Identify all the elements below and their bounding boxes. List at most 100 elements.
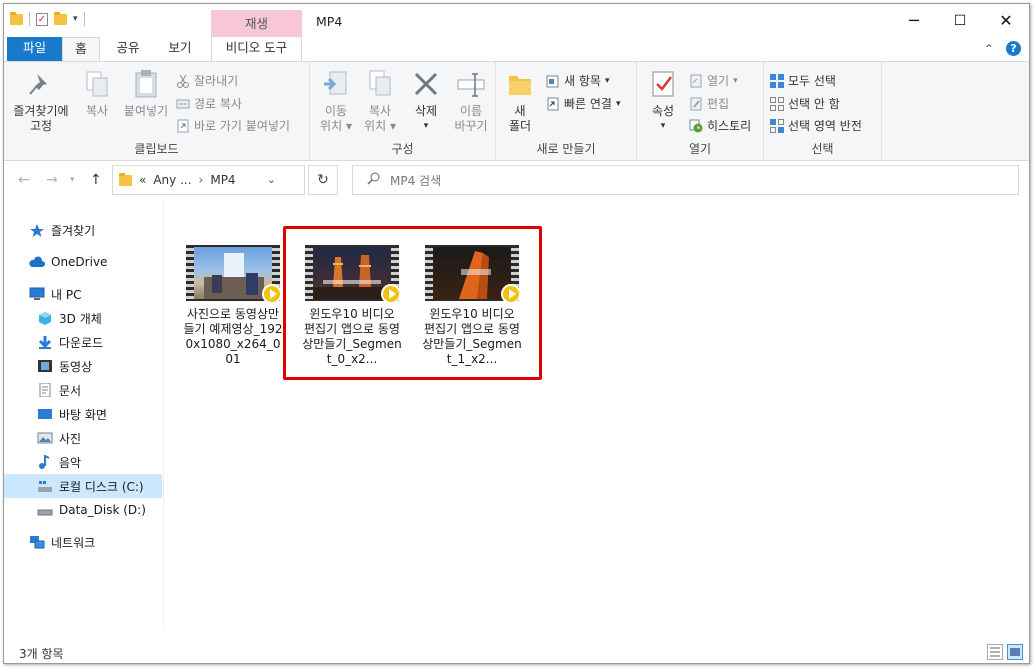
details-view-icon[interactable] — [987, 644, 1003, 660]
recent-locations-icon[interactable]: ▾ — [70, 175, 75, 185]
delete-button[interactable]: 삭제 ▾ — [406, 68, 446, 134]
tab-video-tools[interactable]: 비디오 도구 — [211, 37, 302, 61]
cut-label: 잘라내기 — [194, 74, 239, 88]
select-none-button[interactable]: 선택 안 함 — [770, 95, 840, 112]
nav-item-local-disk-c[interactable]: 로컬 디스크 (C:) — [4, 474, 162, 498]
breadcrumb-separator[interactable]: › — [199, 173, 204, 187]
open-button[interactable]: 열기 ▾ — [689, 72, 738, 89]
nav-item-music[interactable]: 음악 — [4, 450, 162, 474]
properties-label: 속성 — [651, 104, 675, 118]
open-label: 열기 — [707, 74, 730, 88]
copy-to-label-1: 복사 — [368, 104, 392, 118]
toolbar-divider — [83, 12, 85, 26]
refresh-button[interactable]: ↻ — [308, 165, 338, 195]
paste-button[interactable]: 붙여넣기 — [120, 68, 172, 119]
minimize-button[interactable]: ─ — [891, 4, 937, 37]
up-arrow-icon[interactable]: ↑ — [90, 172, 102, 188]
contextual-tab-play[interactable]: 재생 — [211, 10, 302, 37]
nav-item-3d-objects[interactable]: 3D 개체 — [4, 306, 162, 330]
rename-label-1: 이름 — [459, 104, 483, 118]
search-input[interactable]: MP4 검색 — [352, 165, 1019, 195]
window-title: MP4 — [316, 14, 343, 29]
chevron-down-icon: ▾ — [604, 75, 610, 86]
tab-share[interactable]: 공유 — [108, 37, 148, 61]
copy-to-button[interactable]: 복사 위치 ▾ — [360, 68, 400, 134]
file-name: 사진으로 동영상만들기 예제영상_1920x1080_x264_001 — [183, 307, 283, 366]
nav-item-desktop[interactable]: 바탕 화면 — [4, 402, 162, 426]
close-button[interactable]: ✕ — [983, 4, 1029, 37]
folder-icon — [119, 172, 132, 186]
search-icon — [367, 172, 380, 188]
move-to-button[interactable]: 이동 위치 ▾ — [316, 68, 356, 134]
new-group-label: 새로 만들기 — [536, 142, 596, 156]
group-organize: 이동 위치 ▾ 복사 위치 ▾ 삭제 ▾ 이름 바꾸기 구성 — [310, 62, 496, 160]
edit-icon — [689, 97, 703, 111]
paste-label: 붙여넣기 — [123, 104, 169, 118]
highlight-box — [283, 226, 542, 380]
tab-file[interactable]: 파일 — [7, 37, 62, 61]
cut-button[interactable]: 잘라내기 — [176, 72, 238, 89]
chevron-down-icon: ▾ — [615, 98, 621, 109]
new-item-button[interactable]: 새 항목 ▾ — [546, 72, 609, 89]
select-all-button[interactable]: 모두 선택 — [770, 72, 836, 89]
nav-item-onedrive[interactable]: OneDrive — [4, 250, 162, 274]
nav-item-data-disk-d[interactable]: Data_Disk (D:) — [4, 498, 162, 522]
new-folder-button[interactable]: 새 폴더 — [502, 68, 538, 134]
large-icons-view-icon[interactable] — [1007, 644, 1023, 660]
move-to-label-1: 이동 — [324, 104, 348, 118]
pane-divider[interactable] — [163, 200, 164, 630]
nav-label: 다운로드 — [59, 335, 104, 350]
collapse-ribbon-icon[interactable]: ⌃ — [984, 42, 994, 56]
nav-item-downloads[interactable]: 다운로드 — [4, 330, 162, 354]
edit-button[interactable]: 편집 — [689, 95, 729, 112]
history-label: 히스토리 — [707, 119, 752, 133]
paste-shortcut-label: 바로 가기 붙여넣기 — [194, 119, 290, 133]
copy-button[interactable]: 복사 — [77, 68, 117, 119]
paste-shortcut-button[interactable]: 바로 가기 붙여넣기 — [176, 117, 290, 134]
item-count: 3개 항목 — [19, 647, 64, 661]
properties-dropdown-icon[interactable]: ▾ — [643, 119, 683, 134]
breadcrumb-overflow[interactable]: « — [139, 173, 146, 187]
nav-label: OneDrive — [51, 255, 108, 269]
select-all-label: 모두 선택 — [788, 74, 836, 88]
rename-button[interactable]: 이름 바꾸기 — [448, 68, 494, 134]
back-arrow-icon[interactable]: ← — [18, 172, 30, 188]
properties-button[interactable]: 속성 ▾ — [643, 68, 683, 134]
tab-home[interactable]: 홈 — [62, 37, 100, 62]
forward-arrow-icon[interactable]: → — [46, 172, 58, 188]
breadcrumb-item[interactable]: MP4 — [210, 173, 235, 187]
file-item[interactable]: 사진으로 동영상만들기 예제영상_1920x1080_x264_001 — [181, 245, 285, 367]
nav-item-this-pc[interactable]: 내 PC — [4, 282, 162, 306]
address-bar[interactable]: « Any ... › MP4 ⌄ — [112, 165, 305, 195]
invert-selection-button[interactable]: 선택 영역 반전 — [770, 117, 862, 134]
tab-view[interactable]: 보기 — [160, 37, 200, 61]
nav-item-network[interactable]: 네트워크 — [4, 530, 162, 554]
delete-dropdown-icon[interactable]: ▾ — [406, 119, 446, 134]
nav-item-pictures[interactable]: 사진 — [4, 426, 162, 450]
chevron-down-icon[interactable]: ⌄ — [267, 173, 276, 186]
properties-qa-icon[interactable]: ✓ — [36, 12, 48, 26]
nav-item-quick-access[interactable]: 즐겨찾기 — [4, 218, 162, 242]
copy-path-icon — [176, 97, 190, 111]
pin-icon — [25, 68, 57, 100]
rename-icon — [455, 68, 487, 100]
nav-item-documents[interactable]: 문서 — [4, 378, 162, 402]
new-folder-qa-icon[interactable] — [54, 11, 67, 25]
customize-qa-icon[interactable]: ▾ — [73, 14, 78, 24]
refresh-icon: ↻ — [317, 172, 329, 188]
easy-access-button[interactable]: 빠른 연결 ▾ — [546, 95, 621, 112]
cube-icon — [37, 311, 53, 325]
toolbar-divider — [29, 12, 30, 26]
history-button[interactable]: 히스토리 — [689, 117, 751, 134]
properties-check-icon — [647, 68, 679, 100]
pin-label-2: 고정 — [29, 119, 53, 133]
network-icon — [29, 535, 45, 549]
breadcrumb-item[interactable]: Any ... — [153, 173, 191, 187]
help-icon[interactable]: ? — [1006, 41, 1021, 56]
copy-path-button[interactable]: 경로 복사 — [176, 95, 242, 112]
nav-item-videos[interactable]: 동영상 — [4, 354, 162, 378]
maximize-button[interactable]: ☐ — [937, 4, 983, 37]
delete-label: 삭제 — [414, 104, 438, 118]
pin-to-quick-access-button[interactable]: 즐겨찾기에 고정 — [9, 68, 73, 134]
new-folder-icon — [504, 68, 536, 100]
